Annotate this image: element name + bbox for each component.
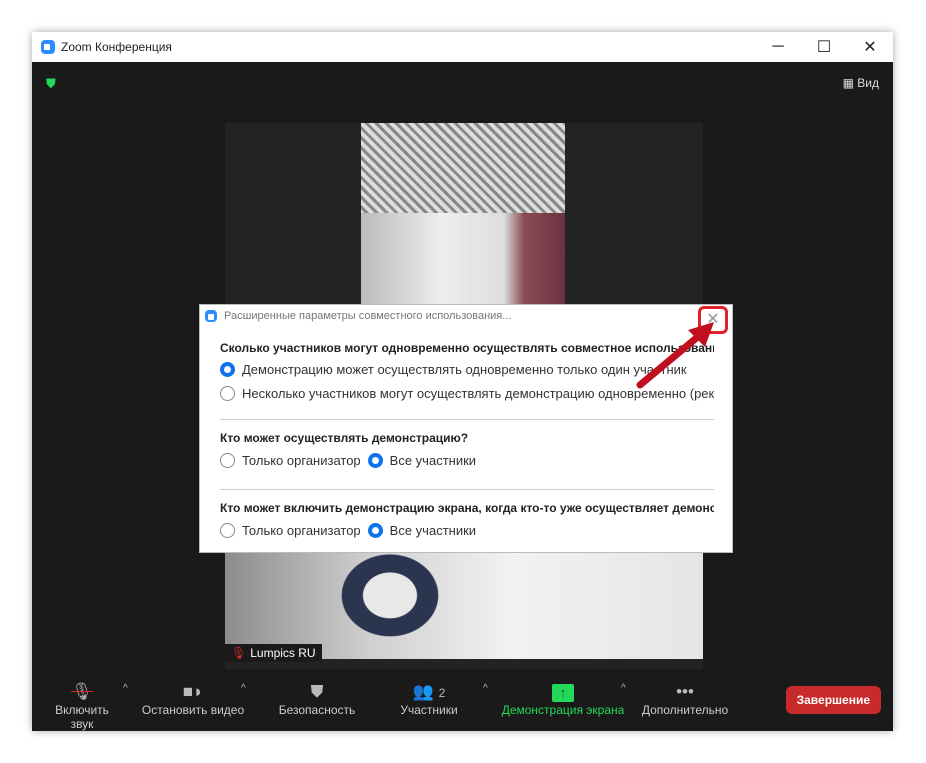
- annotation-arrow-icon: [636, 322, 714, 389]
